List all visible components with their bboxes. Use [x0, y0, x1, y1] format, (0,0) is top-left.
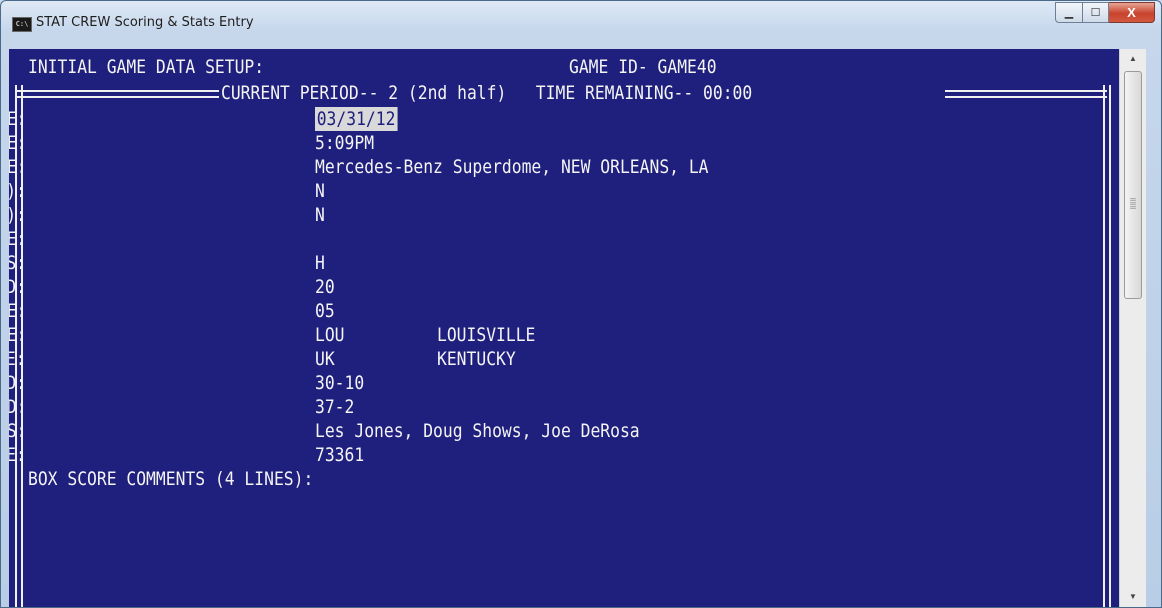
home-team-name: KENTUCKY [437, 348, 516, 370]
visiting-team-name: LOUISVILLE [437, 324, 536, 346]
field-label: # MINS IN OVERTIME: [9, 300, 26, 322]
field-label: SITE CODE (H/N/A): [9, 180, 26, 202]
minimize-button[interactable]: ▁ [1055, 2, 1083, 23]
field-label: GAME TIME: [9, 132, 26, 154]
console-client-area: INITIAL GAME DATA SETUP: GAME ID- GAME40… [9, 49, 1146, 607]
attendance-input[interactable]: 73361 [315, 443, 364, 467]
title-bar[interactable]: C:\ STAT CREW Scoring & Stats Entry ▁ ☐ … [1, 1, 1161, 39]
field-home-team-record[interactable]: HOME TEAM RECORD: 37-2 [9, 395, 1119, 419]
console-app-icon[interactable]: C:\ [12, 17, 32, 32]
field-league-game[interactable]: LEAGUE GAME (Y/N): N [9, 203, 1119, 227]
league-game-input[interactable]: N [315, 203, 325, 227]
game-time-input[interactable]: 5:09PM [315, 131, 374, 155]
field-label: # MINS PER PERIOD: [9, 276, 26, 298]
field-label: SITE OF THE GAME: [9, 156, 26, 178]
visiting-team-code-input[interactable]: LOU [315, 323, 345, 347]
field-label: ATTENDANCE: [9, 444, 26, 466]
vertical-scrollbar[interactable]: ▲ ═ ═ ═ ▼ [1119, 49, 1146, 607]
site-input[interactable]: Mercedes-Benz Superdome, NEW ORLEANS, LA [315, 155, 709, 179]
site-code-input[interactable]: N [315, 179, 325, 203]
period-bar: CURRENT PERIOD-- 2 (2nd half) TIME REMAI… [9, 81, 1119, 105]
screen-header-left: INITIAL GAME DATA SETUP: [28, 56, 265, 78]
field-quarters-halves[interactable]: QUARTERS/HALVES: H [9, 251, 1119, 275]
box-score-comments-label: BOX SCORE COMMENTS (4 LINES): [28, 468, 314, 490]
home-team-code-input[interactable]: UK [315, 347, 335, 371]
window-title: STAT CREW Scoring & Stats Entry [36, 15, 254, 30]
double-line-left [15, 90, 219, 98]
double-line-right [945, 90, 1107, 98]
maximize-button[interactable]: ☐ [1083, 2, 1109, 23]
field-game-time[interactable]: GAME TIME: 5:09PM [9, 131, 1119, 155]
field-attendance[interactable]: ATTENDANCE: 73361 [9, 443, 1119, 467]
officials-input[interactable]: Les Jones, Doug Shows, Joe DeRosa [315, 419, 640, 443]
field-label: VISITORS RECORD: [9, 372, 26, 394]
field-label: VISITING TEAM CODE: [9, 324, 26, 346]
field-label: OFFICIALS: [9, 420, 26, 442]
quarters-halves-input[interactable]: H [315, 251, 325, 275]
field-game-date[interactable]: GAME DATE: 03/31/12 [9, 107, 1119, 131]
console-window: C:\ STAT CREW Scoring & Stats Entry ▁ ☐ … [0, 0, 1162, 608]
scroll-down-arrow-icon[interactable]: ▼ [1120, 587, 1146, 607]
field-label: QUARTERS/HALVES: [9, 252, 26, 274]
field-label: LEAGUE GAME (Y/N): [9, 204, 26, 226]
mins-in-overtime-input[interactable]: 05 [315, 299, 335, 323]
scrollbar-thumb[interactable]: ═ ═ ═ [1124, 71, 1142, 299]
field-label: HOME TEAM RECORD: [9, 396, 26, 418]
grip-icon: ═ ═ ═ [1130, 195, 1136, 212]
home-team-record-input[interactable]: 37-2 [315, 395, 354, 419]
field-visiting-team-code[interactable]: VISITING TEAM CODE: LOU LOUISVILLE [9, 323, 1119, 347]
field-mins-per-period[interactable]: # MINS PER PERIOD: 20 [9, 275, 1119, 299]
field-visitors-record[interactable]: VISITORS RECORD: 30-10 [9, 371, 1119, 395]
field-label: SCHEDULE NOTE: [9, 228, 26, 250]
field-officials[interactable]: OFFICIALS: Les Jones, Doug Shows, Joe De… [9, 419, 1119, 443]
field-schedule-note[interactable]: SCHEDULE NOTE: [9, 227, 1119, 251]
field-label: GAME DATE: [9, 108, 26, 130]
console-screen[interactable]: INITIAL GAME DATA SETUP: GAME ID- GAME40… [9, 49, 1119, 607]
scroll-up-arrow-icon[interactable]: ▲ [1120, 49, 1146, 69]
visitors-record-input[interactable]: 30-10 [315, 371, 364, 395]
field-label: HOME TEAM CODE: [9, 348, 26, 370]
field-mins-in-overtime[interactable]: # MINS IN OVERTIME: 05 [9, 299, 1119, 323]
current-period-text: CURRENT PERIOD-- 2 (2nd half) TIME REMAI… [221, 82, 753, 104]
window-controls: ▁ ☐ X [1055, 2, 1155, 23]
field-home-team-code[interactable]: HOME TEAM CODE: UK KENTUCKY [9, 347, 1119, 371]
game-date-input[interactable]: 03/31/12 [315, 107, 398, 131]
field-site-of-game[interactable]: SITE OF THE GAME: Mercedes-Benz Superdom… [9, 155, 1119, 179]
game-id-label: GAME ID- GAME40 [569, 56, 717, 78]
field-site-code[interactable]: SITE CODE (H/N/A): N [9, 179, 1119, 203]
mins-per-period-input[interactable]: 20 [315, 275, 335, 299]
close-button[interactable]: X [1109, 2, 1155, 23]
